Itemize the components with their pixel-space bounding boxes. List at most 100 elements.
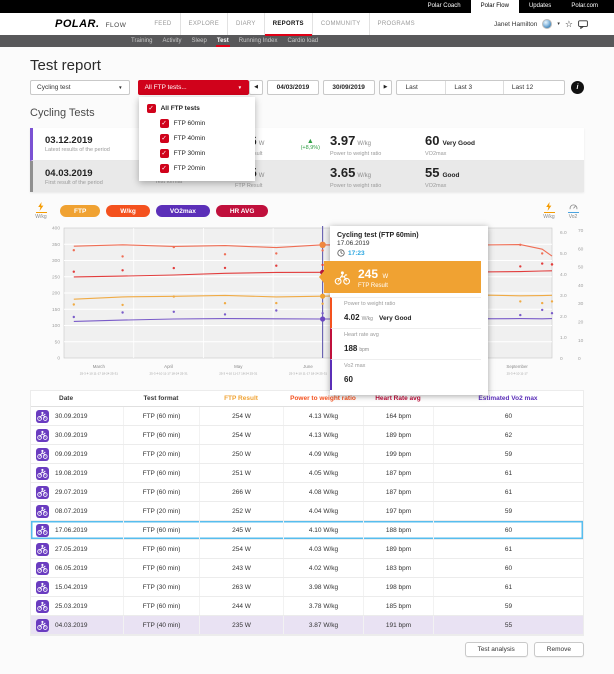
row-heart-rate-avg: 185 bpm: [363, 597, 433, 615]
row-date: 09.09.2019: [55, 451, 88, 458]
svg-text:0: 0: [57, 356, 60, 362]
table-row[interactable]: 25.03.2019FTP (60 min)244 W3.78 W/kg185 …: [31, 597, 583, 616]
summary-card: 03.12.2019Latest results of the period25…: [30, 128, 584, 192]
prev-period-button[interactable]: ◀: [249, 80, 263, 95]
subnav-item-test[interactable]: Test: [216, 35, 230, 47]
checkbox-checked-icon[interactable]: ✓: [160, 164, 169, 173]
dropdown-option-ftp-60min[interactable]: ✓FTP 60min: [139, 116, 255, 131]
row-test-format: FTP (20 min): [123, 445, 199, 463]
legend-pill-w-kg[interactable]: W/kg: [106, 205, 150, 217]
sport-select-value: Cycling test: [37, 84, 71, 91]
range-button-last-month[interactable]: Last month: [397, 81, 445, 94]
row-test-format: FTP (20 min): [123, 502, 199, 520]
checkbox-checked-icon[interactable]: ✓: [147, 104, 156, 113]
test-analysis-button[interactable]: Test analysis: [465, 642, 528, 657]
svg-text:June: June: [303, 364, 313, 369]
summary-row-latest-results-of-the-period: 03.12.2019Latest results of the period25…: [30, 128, 584, 161]
topbar-link-updates[interactable]: Updates: [519, 0, 561, 13]
svg-text:100: 100: [52, 323, 60, 329]
svg-text:2.0: 2.0: [560, 314, 567, 320]
dropdown-option-label: All FTP tests: [161, 105, 200, 112]
row-power-to-weight: 3.98 W/kg: [283, 578, 363, 596]
row-test-format: FTP (30 min): [123, 578, 199, 596]
topbar-link-polar-com[interactable]: Polar.com: [561, 0, 608, 13]
checkbox-checked-icon[interactable]: ✓: [160, 134, 169, 143]
date-cell: 04.03.2019: [31, 616, 123, 634]
next-period-button[interactable]: ▶: [379, 80, 393, 95]
row-date: 30.09.2019: [55, 413, 88, 420]
results-chart[interactable]: 4003503002502001501005006.05.04.03.02.01…: [30, 222, 584, 378]
favorites-star-icon[interactable]: ☆: [565, 20, 573, 29]
table-row[interactable]: 09.09.2019FTP (20 min)250 W4.09 W/kg199 …: [31, 445, 583, 464]
table-row[interactable]: 27.05.2019FTP (60 min)254 W4.03 W/kg189 …: [31, 540, 583, 559]
remove-button[interactable]: Remove: [534, 642, 584, 657]
row-heart-rate-avg: 189 bpm: [363, 540, 433, 558]
table-row[interactable]: 06.05.2019FTP (60 min)243 W4.02 W/kg183 …: [31, 559, 583, 578]
dropdown-option-ftp-40min[interactable]: ✓FTP 40min: [139, 131, 255, 146]
table-row[interactable]: 15.04.2019FTP (30 min)263 W3.98 W/kg198 …: [31, 578, 583, 597]
tooltip-time-row: 17:23: [337, 249, 481, 257]
nav-item-community[interactable]: COMMUNITY: [312, 13, 369, 35]
avatar[interactable]: [542, 19, 552, 29]
dropdown-option-ftp-30min[interactable]: ✓FTP 30min: [139, 146, 255, 161]
row-test-format: FTP (60 min): [123, 407, 199, 425]
cyclist-icon: [36, 486, 49, 499]
checkbox-checked-icon[interactable]: ✓: [160, 149, 169, 158]
row-vo2-max: 62: [433, 426, 583, 444]
checkbox-checked-icon[interactable]: ✓: [160, 119, 169, 128]
date-cell: 09.09.2019: [31, 445, 123, 463]
table-row[interactable]: 17.06.2019FTP (60 min)245 W4.10 W/kg188 …: [31, 521, 583, 540]
row-date: 27.05.2019: [55, 546, 88, 553]
nav-item-reports[interactable]: REPORTS: [264, 13, 312, 35]
legend-pill-ftp[interactable]: FTP: [60, 205, 100, 217]
subnav-item-sleep[interactable]: Sleep: [190, 35, 207, 47]
topbar-link-polar-coach[interactable]: Polar Coach: [418, 0, 471, 13]
row-vo2-max: 59: [433, 445, 583, 463]
legend-pill-vo2max[interactable]: VO2max: [156, 205, 210, 217]
svg-text:50: 50: [578, 265, 584, 271]
svg-text:70: 70: [578, 228, 584, 234]
nav-item-feed[interactable]: FEED: [146, 13, 179, 35]
row-ftp-result: 254 W: [199, 407, 283, 425]
table-row[interactable]: 29.07.2019FTP (60 min)266 W4.08 W/kg187 …: [31, 483, 583, 502]
subnav-item-cardio-load[interactable]: Cardio load: [286, 35, 319, 47]
nav-item-explore[interactable]: EXPLORE: [180, 13, 227, 35]
right-axis-units: W/kg Vo2: [538, 202, 584, 220]
page-title: Test report: [30, 57, 584, 74]
subnav-item-training[interactable]: Training: [130, 35, 153, 47]
chart-area: 4003503002502001501005006.05.04.03.02.01…: [30, 222, 584, 378]
table-row[interactable]: 30.09.2019FTP (60 min)254 W4.13 W/kg189 …: [31, 426, 583, 445]
table-row[interactable]: 30.09.2019FTP (60 min)254 W4.13 W/kg164 …: [31, 407, 583, 426]
sport-select[interactable]: Cycling test ▼: [30, 80, 130, 95]
row-power-to-weight: 3.87 W/kg: [283, 616, 363, 634]
legend-pill-hr-avg[interactable]: HR AVG: [216, 205, 269, 217]
nav-item-diary[interactable]: DIARY: [227, 13, 264, 35]
range-button-last-3-months[interactable]: Last 3 months: [445, 81, 503, 94]
date-to-input[interactable]: 30/09/2019: [323, 80, 375, 95]
subnav-item-activity[interactable]: Activity: [161, 35, 182, 47]
svg-text:September: September: [506, 364, 528, 369]
user-name[interactable]: Janet Hamilton: [494, 21, 537, 28]
polar-logo[interactable]: POLAR. FLOW: [55, 18, 126, 30]
quick-range-group: Last monthLast 3 monthsLast 12 months: [396, 80, 565, 95]
topbar-link-polar-flow[interactable]: Polar Flow: [471, 0, 519, 13]
row-power-to-weight: 4.03 W/kg: [283, 540, 363, 558]
nav-item-programs[interactable]: PROGRAMS: [369, 13, 423, 35]
date-from-input[interactable]: 04/03/2019: [267, 80, 319, 95]
table-row[interactable]: 19.08.2019FTP (60 min)251 W4.05 W/kg187 …: [31, 464, 583, 483]
svg-text:0: 0: [560, 356, 563, 362]
subnav-item-running-index[interactable]: Running Index: [238, 35, 279, 47]
test-type-select[interactable]: All FTP tests... ▼ ✓All FTP tests✓FTP 60…: [138, 80, 250, 95]
range-button-last-12-months[interactable]: Last 12 months: [503, 81, 564, 94]
chevron-down-icon[interactable]: ▾: [557, 21, 560, 27]
clock-icon: [337, 249, 345, 257]
cyclist-icon: [36, 619, 49, 632]
table-row[interactable]: 04.03.2019FTP (40 min)235 W3.87 W/kg191 …: [31, 616, 583, 635]
row-ftp-result: 254 W: [199, 426, 283, 444]
svg-text:50: 50: [55, 339, 61, 345]
table-row[interactable]: 08.07.2019FTP (20 min)252 W4.04 W/kg197 …: [31, 502, 583, 521]
info-icon[interactable]: i: [571, 81, 584, 94]
dropdown-option-all-ftp-tests[interactable]: ✓ All FTP tests: [139, 101, 255, 116]
dropdown-option-ftp-20min[interactable]: ✓FTP 20min: [139, 161, 255, 176]
feedback-bubble-icon[interactable]: [578, 20, 588, 29]
